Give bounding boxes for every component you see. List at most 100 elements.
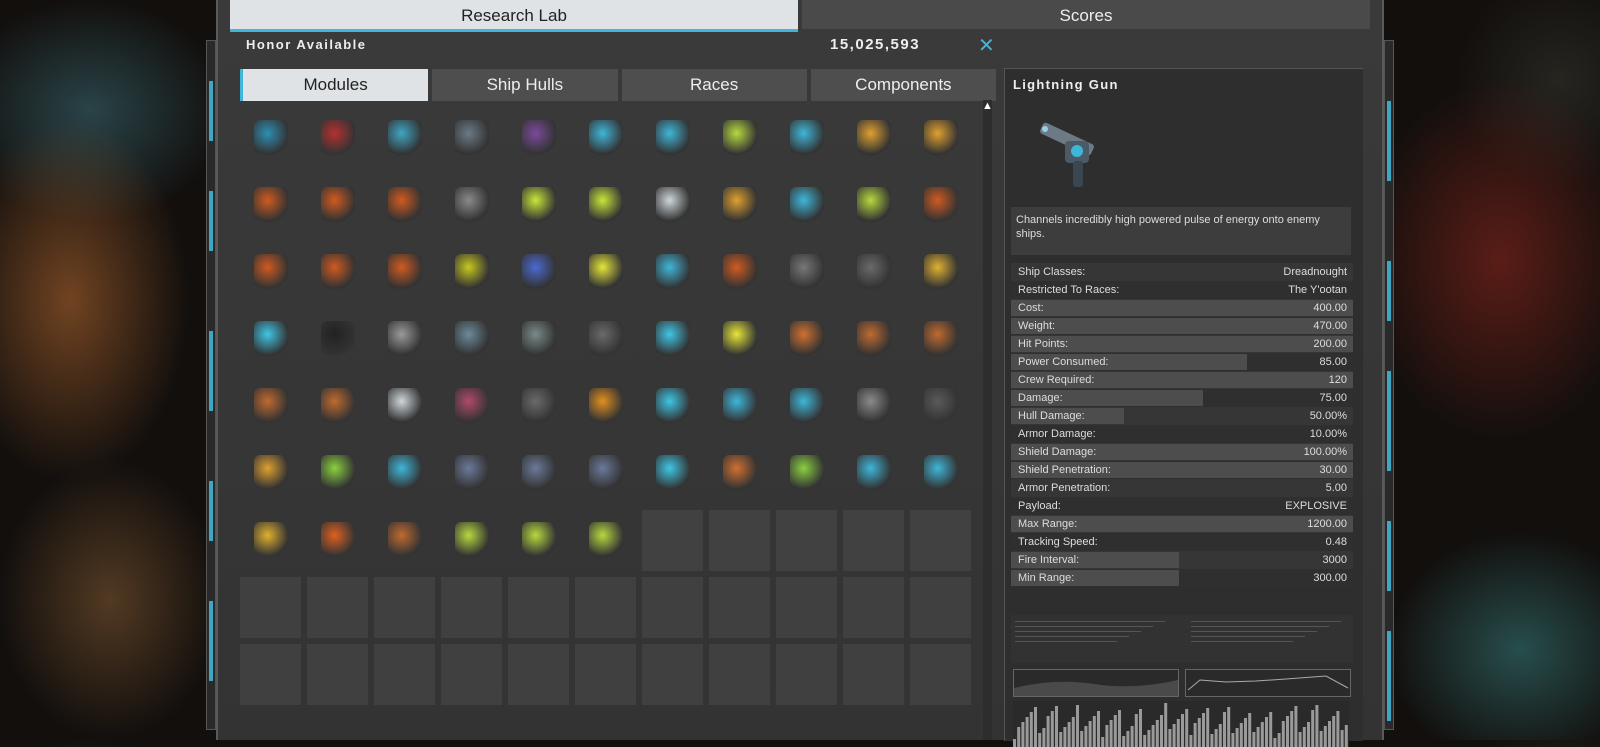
module-slot-5-4[interactable] — [508, 443, 569, 504]
module-slot-3-3[interactable] — [441, 309, 502, 370]
module-slot-6-4[interactable] — [508, 510, 569, 571]
strip-bar — [1118, 710, 1121, 747]
empty-slot-7-9 — [843, 577, 904, 638]
module-slot-0-9[interactable] — [843, 108, 904, 169]
module-slot-4-0[interactable] — [240, 376, 301, 437]
module-slot-0-6[interactable] — [642, 108, 703, 169]
empty-slot-7-0 — [240, 577, 301, 638]
module-slot-3-2[interactable] — [374, 309, 435, 370]
module-slot-4-7[interactable] — [709, 376, 770, 437]
module-slot-0-3[interactable] — [441, 108, 502, 169]
empty-slot-8-9 — [843, 644, 904, 705]
module-slot-0-0[interactable] — [240, 108, 301, 169]
module-slot-2-10[interactable] — [910, 242, 971, 303]
module-slot-3-1[interactable] — [307, 309, 368, 370]
strip-bar — [1025, 717, 1029, 747]
module-slot-1-9[interactable] — [843, 175, 904, 236]
module-slot-0-4[interactable] — [508, 108, 569, 169]
module-slot-3-6[interactable] — [642, 309, 703, 370]
module-stats-table: Ship Classes: Dreadnought Restricted To Ra… — [1011, 263, 1353, 587]
module-slot-5-6[interactable] — [642, 443, 703, 504]
module-slot-4-3[interactable] — [441, 376, 502, 437]
stat-row: Max Range: 1200.00 — [1011, 515, 1353, 533]
category-tabs: Modules Ship Hulls Races Components — [240, 69, 996, 101]
module-slot-2-5[interactable] — [575, 242, 636, 303]
module-slot-6-1[interactable] — [307, 510, 368, 571]
module-slot-4-1[interactable] — [307, 376, 368, 437]
module-slot-5-3[interactable] — [441, 443, 502, 504]
module-slot-4-2[interactable] — [374, 376, 435, 437]
module-slot-3-10[interactable] — [910, 309, 971, 370]
module-slot-5-0[interactable] — [240, 443, 301, 504]
strip-bar — [1197, 718, 1201, 747]
tab-scores[interactable]: Scores — [802, 0, 1370, 32]
module-slot-1-6[interactable] — [642, 175, 703, 236]
module-slot-4-9[interactable] — [843, 376, 904, 437]
module-slot-6-5[interactable] — [575, 510, 636, 571]
stat-value: 10.00% — [1309, 428, 1347, 440]
module-slot-6-2[interactable] — [374, 510, 435, 571]
module-slot-4-4[interactable] — [508, 376, 569, 437]
module-slot-5-8[interactable] — [776, 443, 837, 504]
module-grid-scrollbar[interactable] — [983, 100, 992, 740]
tab-components[interactable]: Components — [810, 69, 996, 101]
module-slot-5-5[interactable] — [575, 443, 636, 504]
strip-bar — [1193, 723, 1197, 747]
module-slot-1-8[interactable] — [776, 175, 837, 236]
strip-bar — [1315, 705, 1319, 747]
module-slot-5-7[interactable] — [709, 443, 770, 504]
tab-modules[interactable]: Modules — [240, 69, 429, 101]
module-slot-2-7[interactable] — [709, 242, 770, 303]
module-slot-1-10[interactable] — [910, 175, 971, 236]
tab-research-lab[interactable]: Research Lab — [230, 0, 798, 32]
module-slot-0-5[interactable] — [575, 108, 636, 169]
module-slot-1-5[interactable] — [575, 175, 636, 236]
module-slot-5-2[interactable] — [374, 443, 435, 504]
module-slot-1-4[interactable] — [508, 175, 569, 236]
strip-bar — [1265, 717, 1268, 747]
tab-races[interactable]: Races — [621, 69, 807, 101]
tab-ship-hulls[interactable]: Ship Hulls — [432, 69, 618, 101]
module-slot-5-9[interactable] — [843, 443, 904, 504]
strip-bar — [1013, 739, 1016, 747]
module-slot-5-10[interactable] — [910, 443, 971, 504]
module-slot-1-3[interactable] — [441, 175, 502, 236]
module-slot-2-4[interactable] — [508, 242, 569, 303]
module-slot-0-2[interactable] — [374, 108, 435, 169]
scroll-up-arrow-icon[interactable]: ▲ — [981, 100, 994, 113]
empty-slot-7-8 — [776, 577, 837, 638]
module-slot-4-10[interactable] — [910, 376, 971, 437]
module-slot-2-0[interactable] — [240, 242, 301, 303]
strip-bar — [1273, 738, 1277, 747]
module-slot-2-8[interactable] — [776, 242, 837, 303]
module-slot-6-0[interactable] — [240, 510, 301, 571]
module-slot-4-8[interactable] — [776, 376, 837, 437]
strip-bar — [1227, 707, 1231, 747]
module-slot-6-3[interactable] — [441, 510, 502, 571]
module-slot-3-5[interactable] — [575, 309, 636, 370]
module-slot-4-6[interactable] — [642, 376, 703, 437]
strip-bar — [1101, 737, 1105, 747]
module-slot-2-3[interactable] — [441, 242, 502, 303]
module-slot-4-5[interactable] — [575, 376, 636, 437]
module-slot-3-4[interactable] — [508, 309, 569, 370]
module-slot-1-2[interactable] — [374, 175, 435, 236]
module-slot-2-2[interactable] — [374, 242, 435, 303]
module-slot-2-9[interactable] — [843, 242, 904, 303]
module-slot-3-9[interactable] — [843, 309, 904, 370]
module-slot-3-7[interactable] — [709, 309, 770, 370]
module-slot-0-1[interactable] — [307, 108, 368, 169]
module-slot-5-1[interactable] — [307, 443, 368, 504]
module-slot-0-7[interactable] — [709, 108, 770, 169]
module-slot-1-0[interactable] — [240, 175, 301, 236]
module-slot-2-1[interactable] — [307, 242, 368, 303]
empty-slot-8-6 — [642, 644, 703, 705]
module-slot-2-6[interactable] — [642, 242, 703, 303]
empty-slot-8-4 — [508, 644, 569, 705]
module-slot-0-8[interactable] — [776, 108, 837, 169]
module-slot-3-0[interactable] — [240, 309, 301, 370]
module-slot-1-7[interactable] — [709, 175, 770, 236]
module-slot-3-8[interactable] — [776, 309, 837, 370]
module-slot-0-10[interactable] — [910, 108, 971, 169]
module-slot-1-1[interactable] — [307, 175, 368, 236]
